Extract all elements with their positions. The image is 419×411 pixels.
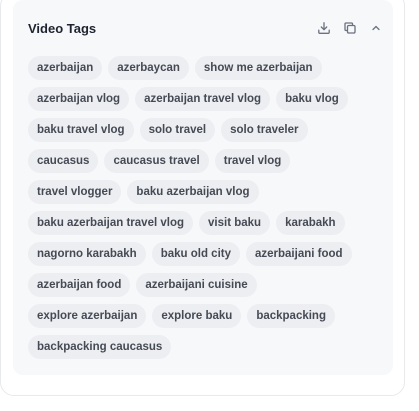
tag-chip[interactable]: azerbaijan vlog: [28, 87, 130, 111]
tag-chip[interactable]: solo travel: [139, 118, 216, 142]
tag-chip[interactable]: show me azerbaijan: [194, 56, 322, 80]
panel-header: Video Tags: [28, 17, 380, 39]
panel-title: Video Tags: [28, 20, 97, 36]
tag-chip[interactable]: caucasus travel: [104, 149, 209, 173]
tag-chip[interactable]: azerbaijan: [28, 56, 103, 80]
tag-chip[interactable]: travel vlogger: [28, 180, 122, 204]
download-icon: [318, 22, 330, 34]
chevron-up-icon: [372, 25, 380, 31]
tag-chip[interactable]: baku travel vlog: [28, 118, 134, 142]
tag-chip[interactable]: backpacking: [247, 304, 335, 328]
tag-chip[interactable]: karabakh: [276, 211, 345, 235]
tag-chip[interactable]: baku azerbaijan vlog: [127, 180, 259, 204]
tag-list: azerbaijan azerbaycan show me azerbaijan…: [28, 56, 378, 359]
copy-icon: [344, 22, 356, 34]
tag-chip[interactable]: visit baku: [199, 211, 271, 235]
tag-chip[interactable]: nagorno karabakh: [28, 242, 146, 266]
collapse-button[interactable]: [366, 18, 386, 38]
tag-chip[interactable]: azerbaijan food: [28, 273, 131, 297]
tag-chip[interactable]: baku old city: [151, 242, 240, 266]
tag-chip[interactable]: backpacking caucasus: [28, 335, 172, 359]
tag-chip[interactable]: baku vlog: [276, 87, 348, 111]
panel-actions: [314, 18, 386, 38]
copy-button[interactable]: [340, 18, 360, 38]
tag-chip[interactable]: azerbaijani food: [246, 242, 352, 266]
tag-chip[interactable]: azerbaijan travel vlog: [135, 87, 271, 111]
video-tags-panel: Video Tags azerbaijan azerbaycan show me…: [13, 0, 393, 375]
tag-chip[interactable]: travel vlog: [214, 149, 291, 173]
tag-chip[interactable]: azerbaycan: [108, 56, 189, 80]
tag-chip[interactable]: explore baku: [152, 304, 242, 328]
tag-chip[interactable]: solo traveler: [221, 118, 308, 142]
tag-chip[interactable]: baku azerbaijan travel vlog: [28, 211, 194, 235]
video-tags-card: Video Tags azerbaijan azerbaycan show me…: [0, 0, 405, 396]
download-button[interactable]: [314, 18, 334, 38]
tag-chip[interactable]: azerbaijani cuisine: [136, 273, 257, 297]
tag-chip[interactable]: explore azerbaijan: [28, 304, 147, 328]
tag-chip[interactable]: caucasus: [28, 149, 99, 173]
